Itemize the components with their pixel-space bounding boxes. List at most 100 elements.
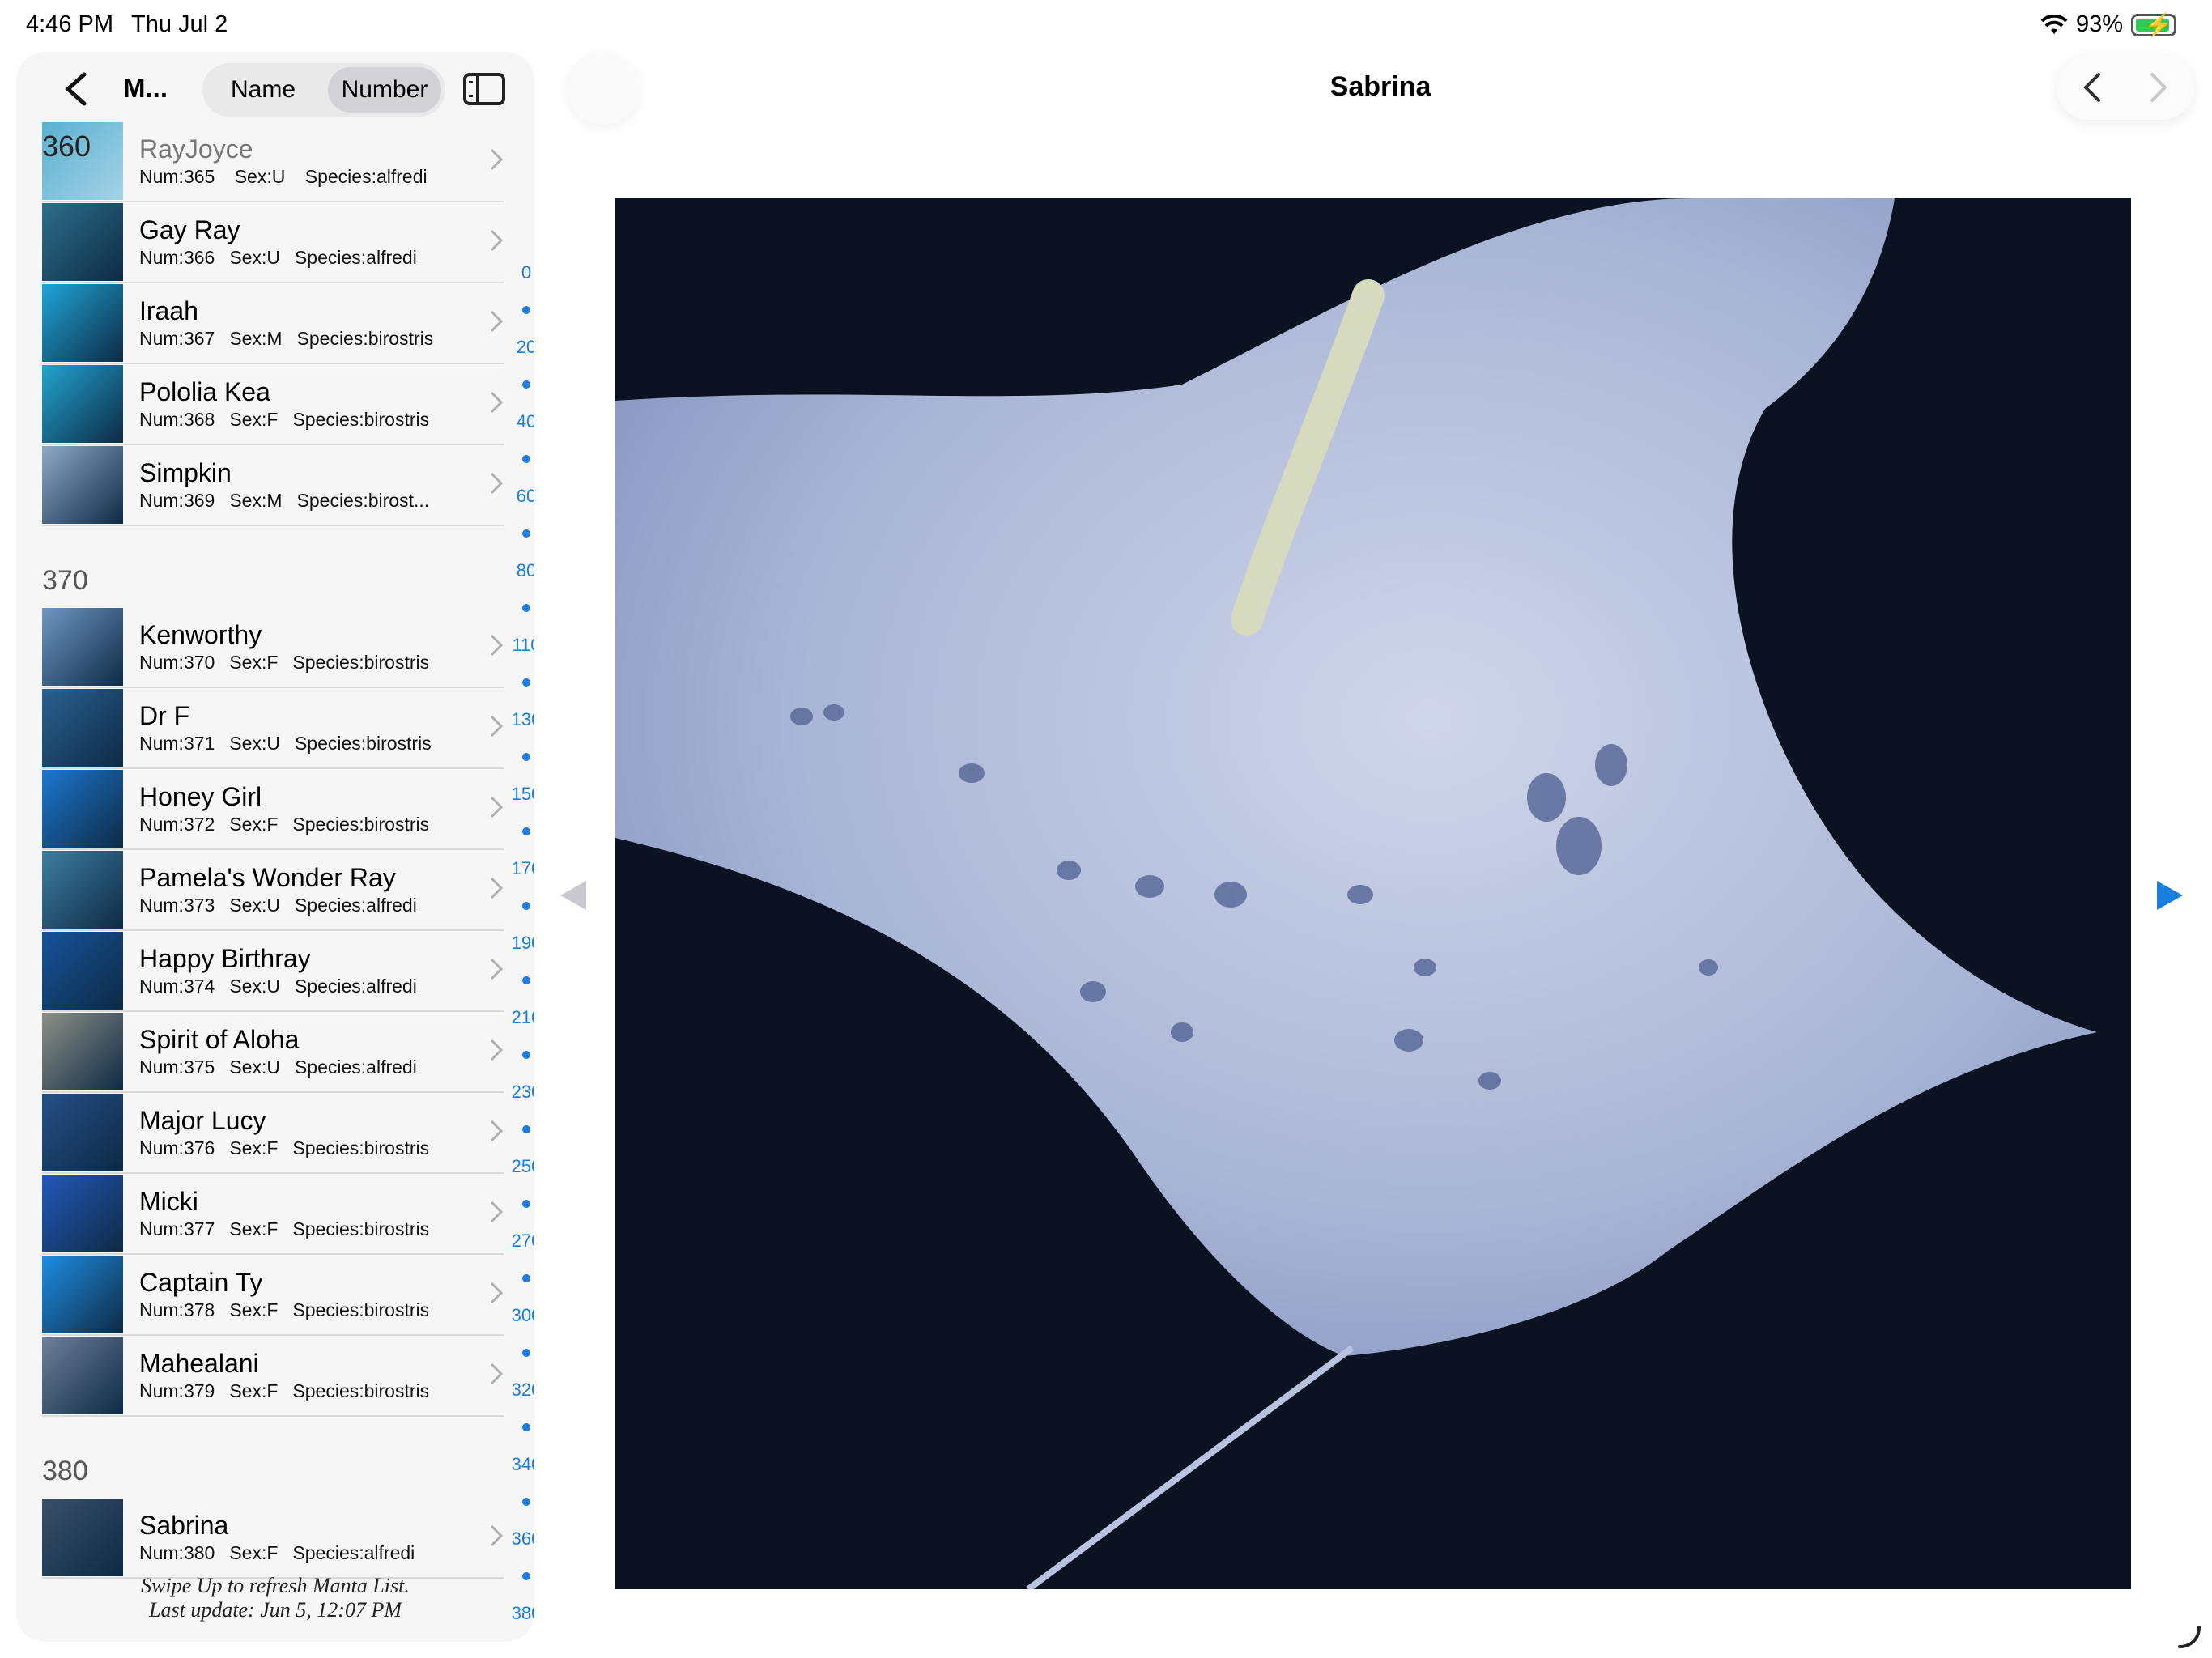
manta-thumbnail (42, 1256, 123, 1333)
manta-sex: Sex:U (234, 166, 286, 187)
chevron-right-icon (490, 148, 504, 171)
manta-thumbnail (42, 1337, 123, 1414)
manta-thumbnail (42, 932, 123, 1010)
index-entry[interactable]: 270 (502, 1222, 534, 1260)
list-item[interactable]: Major Lucy Num:376 Sex:F Species:birostris (42, 1093, 504, 1174)
manta-thumbnail (42, 446, 123, 524)
index-dot[interactable] (502, 1185, 534, 1222)
manta-thumbnail (42, 851, 123, 929)
manta-name: Pamela's Wonder Ray (139, 863, 396, 892)
list-item[interactable]: Happy Birthray Num:374 Sex:U Species:alfred… (42, 931, 504, 1012)
index-entry[interactable]: 190 (502, 925, 534, 962)
previous-arrow-icon[interactable] (557, 879, 589, 912)
index-dot[interactable] (502, 291, 534, 329)
list-item[interactable]: Spirit of Aloha Num:375 Sex:U Species:alfre… (42, 1012, 504, 1093)
manta-num: Num:369 (139, 490, 215, 511)
manta-species: Species:alfredi (294, 1056, 417, 1078)
manta-species: Species:birostris (296, 328, 434, 349)
index-dot[interactable] (502, 366, 534, 403)
index-entry[interactable]: 110 (502, 627, 534, 664)
index-entry[interactable]: 0 (502, 254, 534, 291)
index-entry[interactable]: 150 (502, 776, 534, 813)
index-dot[interactable] (502, 962, 534, 999)
manta-num: Num:372 (139, 814, 215, 835)
index-dot[interactable] (502, 1260, 534, 1297)
manta-list[interactable]: RayJoyce Num:365 Sex:U Species:alfredi G… (42, 121, 504, 1579)
index-dot[interactable] (502, 738, 534, 776)
list-item[interactable]: Kenworthy Num:370 Sex:F Species:birostris (42, 607, 504, 688)
index-entry[interactable]: 210 (502, 999, 534, 1036)
index-dot[interactable] (502, 887, 534, 925)
list-item[interactable]: Honey Girl Num:372 Sex:F Species:birostris (42, 769, 504, 850)
index-entry[interactable]: 340 (502, 1446, 534, 1483)
list-item[interactable]: Dr F Num:371 Sex:U Species:birostris (42, 688, 504, 769)
back-chevron-icon[interactable] (60, 71, 92, 107)
next-arrow-icon[interactable] (2154, 879, 2186, 912)
index-dot[interactable] (502, 589, 534, 627)
list-item[interactable]: Captain Ty Num:378 Sex:F Species:birostris (42, 1255, 504, 1336)
sort-by-number-segment[interactable]: Number (328, 67, 441, 113)
list-item[interactable]: Sabrina Num:380 Sex:F Species:alfredi (42, 1498, 504, 1579)
index-dot[interactable] (502, 1111, 534, 1148)
index-dot[interactable] (502, 515, 534, 552)
floating-circle-button[interactable] (567, 52, 640, 125)
list-item[interactable]: Micki Num:377 Sex:F Species:birostris (42, 1174, 504, 1255)
list-item[interactable]: Simpkin Num:369 Sex:M Species:birost... (42, 445, 504, 526)
index-dot[interactable] (502, 1334, 534, 1371)
index-entry[interactable]: 80 (502, 552, 534, 589)
sort-by-name-segment[interactable]: Name (206, 67, 320, 113)
index-entry[interactable]: 300 (502, 1297, 534, 1334)
manta-sex: Sex:F (229, 1218, 279, 1239)
list-item[interactable]: Mahealani Num:379 Sex:F Species:birostris (42, 1336, 504, 1417)
section-header-370: 370 (42, 565, 88, 596)
index-entry[interactable]: 250 (502, 1148, 534, 1185)
footer-last-update: Last update: Jun 5, 12:07 PM (149, 1598, 402, 1622)
index-entry[interactable]: 20 (502, 329, 534, 366)
index-entry[interactable]: 130 (502, 701, 534, 738)
section-header-360: 360 (42, 130, 91, 163)
sidebar-toggle-icon[interactable] (463, 73, 505, 105)
index-entry[interactable]: 40 (502, 403, 534, 440)
index-dot[interactable] (502, 1036, 534, 1073)
manta-thumbnail (42, 1094, 123, 1171)
manta-name: Gay Ray (139, 215, 240, 244)
list-item[interactable]: Pamela's Wonder Ray Num:373 Sex:U Species:a… (42, 850, 504, 931)
list-item[interactable]: Pololia Kea Num:368 Sex:F Species:birostris (42, 364, 504, 445)
manta-num: Num:378 (139, 1299, 215, 1320)
manta-name: Micki (139, 1187, 198, 1216)
list-item[interactable]: Iraah Num:367 Sex:M Species:birostris (42, 283, 504, 364)
manta-num: Num:377 (139, 1218, 215, 1239)
manta-species: Species:alfredi (294, 247, 417, 268)
manta-species: Species:birostris (292, 409, 430, 430)
manta-name: Pololia Kea (139, 377, 270, 406)
manta-ray-photo (615, 198, 2131, 1589)
manta-sex: Sex:U (229, 1056, 280, 1078)
list-item[interactable]: Gay Ray Num:366 Sex:U Species:alfredi (42, 202, 504, 283)
index-entry[interactable]: 360 (502, 1520, 534, 1558)
manta-species: Species:birostris (292, 1380, 430, 1401)
index-entry[interactable]: 60 (502, 478, 534, 515)
index-dot[interactable] (502, 1409, 534, 1446)
list-item[interactable]: RayJoyce Num:365 Sex:U Species:alfredi (42, 121, 504, 202)
chevron-left-icon[interactable] (2081, 71, 2105, 104)
index-dot[interactable] (502, 813, 534, 850)
sort-segmented-control: Name Number (202, 63, 445, 117)
manta-thumbnail (42, 1175, 123, 1252)
index-entry[interactable]: 230 (502, 1073, 534, 1111)
manta-name: Kenworthy (139, 620, 262, 649)
index-dot[interactable] (502, 1483, 534, 1520)
index-entry[interactable]: 170 (502, 850, 534, 887)
chevron-right-icon[interactable] (2146, 71, 2170, 104)
index-entry[interactable]: 320 (502, 1371, 534, 1409)
refresh-footer: Swipe Up to refresh Manta List. Last upd… (16, 1574, 534, 1622)
manta-name: Spirit of Aloha (139, 1025, 300, 1054)
manta-num: Num:366 (139, 247, 215, 268)
index-dot[interactable] (502, 664, 534, 701)
index-dot[interactable] (502, 440, 534, 478)
manta-sex: Sex:M (229, 490, 283, 511)
manta-thumbnail (42, 1499, 123, 1576)
manta-num: Num:380 (139, 1542, 215, 1563)
manta-name: Captain Ty (139, 1268, 263, 1297)
manta-sex: Sex:F (229, 1137, 279, 1158)
section-index-bar[interactable]: 0 20 40 60 80 110 130 150 170 190 210 230 250 270 300 3… (502, 254, 534, 1632)
